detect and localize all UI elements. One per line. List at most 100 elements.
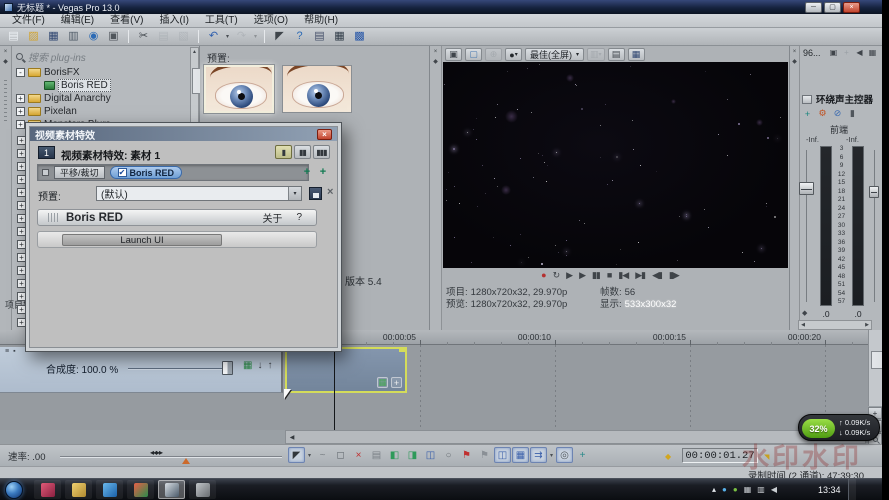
menu-item-选项(O)[interactable]: 选项(O) (246, 14, 296, 27)
show-hidden-icons-icon[interactable]: ▴ (712, 483, 716, 497)
marker-red-button[interactable]: ⚑ (458, 447, 475, 463)
downmix-icon[interactable]: ◀ (854, 47, 865, 58)
external-monitor-icon[interactable]: ▢ (465, 48, 482, 61)
save-preset-icon[interactable] (309, 187, 322, 200)
stop-button[interactable]: ■ (607, 268, 611, 282)
undo-icon[interactable]: ↶ (204, 29, 223, 44)
fader-mode-icon[interactable]: ▮ (847, 108, 858, 119)
copy-icon[interactable]: ▤ (154, 29, 173, 44)
expand-box-icon[interactable]: + (16, 120, 25, 129)
dock-grip[interactable] (4, 80, 7, 124)
redo-icon[interactable]: ↷ (232, 29, 251, 44)
scroll-left-icon[interactable]: ◀ (286, 434, 298, 441)
start-button[interactable] (5, 481, 23, 499)
record-button[interactable]: ● (541, 268, 545, 282)
undo-dropdown[interactable]: ▾ (224, 33, 231, 40)
tray-network-icon[interactable]: ▦ (744, 483, 752, 497)
save-icon[interactable]: ▦ (44, 29, 63, 44)
pin-icon[interactable]: ◆ (0, 58, 11, 65)
tray-app-green-icon[interactable]: ● (733, 483, 738, 497)
surround-master-row[interactable]: 环绕声主控器 (802, 92, 873, 106)
composite-parent-icon[interactable]: ↑ (267, 360, 272, 371)
fx-layout-2-button[interactable]: ▮▮ (294, 145, 311, 159)
play-button[interactable]: ▶ (579, 268, 585, 282)
plugin-search[interactable]: 搜索 plug-ins (16, 49, 86, 64)
fx-layout-3-button[interactable]: ▮▮▮ (313, 145, 330, 159)
menu-item-工具(T)[interactable]: 工具(T) (197, 14, 246, 27)
taskbar-app-red[interactable] (34, 480, 61, 499)
quantize-toggle-button[interactable]: ▦ (512, 447, 529, 463)
dialog-title-bar[interactable]: 视频素材特效 × (30, 127, 337, 141)
envelope-edit-tool-button[interactable]: ~ (314, 447, 331, 463)
dock-sync-icon[interactable]: ▣ (828, 47, 839, 58)
expand-box-icon[interactable]: + (16, 94, 25, 103)
paste-icon[interactable]: ▧ (174, 29, 193, 44)
add-fx-icon[interactable]: + (301, 166, 313, 178)
render-as-icon[interactable]: ▥ (64, 29, 83, 44)
tree-item-Digital Anarchy[interactable]: +Digital Anarchy (14, 92, 188, 105)
maximize-button[interactable]: ▢ (824, 2, 841, 13)
settings-gear-icon[interactable]: ⚙ (817, 108, 828, 119)
edit-cursor[interactable] (334, 345, 335, 430)
compositing-slider-handle[interactable] (222, 361, 233, 375)
taskbar-app-color[interactable] (127, 480, 154, 499)
close-icon[interactable]: × (790, 49, 799, 55)
redo-dropdown[interactable]: ▾ (252, 33, 259, 40)
preset-dropdown[interactable]: (默认) ▾ (96, 186, 302, 201)
checkbox-checked-icon[interactable]: ✔ (118, 168, 127, 177)
scroll-up-icon[interactable]: ▲ (191, 48, 198, 56)
menu-item-帮助(H)[interactable]: 帮助(H) (296, 14, 346, 27)
pin-icon[interactable]: ◆ (430, 58, 441, 65)
event-fx-icon[interactable]: ▦ (377, 377, 388, 388)
split-button[interactable]: ◫ (422, 447, 439, 463)
copy-snapshot-icon[interactable]: ▤ (608, 48, 625, 61)
go-to-start-button[interactable]: ▮◀ (618, 268, 628, 282)
lock-button[interactable]: ○ (440, 447, 457, 463)
composite-child-icon[interactable]: ↓ (257, 360, 262, 371)
dialog-close-button[interactable]: × (317, 129, 332, 140)
tray-input-icon[interactable]: ◀ (771, 483, 777, 497)
video-media-fx-dialog[interactable]: 视频素材特效 × 1 视频素材特效: 素材 1 ▮ ▮▮ ▮▮▮ 平移/裁切 ✔… (25, 122, 342, 352)
whats-this-help-icon[interactable]: ? (290, 29, 309, 44)
preview-quality-icon[interactable]: ● ▾ (505, 48, 522, 61)
pause-button[interactable]: ▮▮ (592, 268, 600, 282)
pan-crop-chip[interactable]: 平移/裁切 (54, 166, 105, 179)
tree-item-Boris RED[interactable]: Boris RED (14, 79, 188, 92)
normal-edit-tool-dropdown[interactable]: ▾ (306, 452, 313, 459)
open-icon[interactable]: ▨ (24, 29, 43, 44)
mixer-window-icon[interactable]: ▦ (330, 29, 349, 44)
secondary-fader-handle[interactable] (869, 186, 879, 198)
launch-ui-button[interactable]: Launch UI (62, 234, 222, 246)
plugin-dock-strip[interactable]: × ◆ (0, 46, 12, 330)
taskbar-browser[interactable] (96, 480, 123, 499)
boris-red-chip[interactable]: ✔ Boris RED (110, 166, 183, 179)
menu-item-插入(I)[interactable]: 插入(I) (151, 14, 196, 27)
compositing-slider[interactable] (128, 368, 232, 369)
add-bus-icon[interactable]: + (841, 47, 852, 58)
video-display[interactable] (443, 62, 788, 268)
tray-volume-icon[interactable]: ▥ (757, 483, 765, 497)
track-header[interactable]: ≡▪ 合成度: 100.0 % ▦↓↑ (0, 347, 283, 393)
mixer-scrollbar[interactable]: ◀ ▶ (798, 320, 872, 330)
track-mini-icon[interactable]: ≡ (5, 348, 9, 355)
properties-icon[interactable]: ◉ (84, 29, 103, 44)
project-properties-icon[interactable]: ▣ (104, 29, 123, 44)
expand-box-icon[interactable]: - (16, 68, 25, 77)
post-edit-ripple-button[interactable]: ▤ (368, 447, 385, 463)
chevron-down-icon[interactable]: ▾ (288, 187, 301, 200)
trim-end-button[interactable]: ◨ (404, 447, 421, 463)
loop-playback-button[interactable]: ↻ (553, 268, 560, 282)
plugin-manager-icon[interactable]: ▩ (350, 29, 369, 44)
split-screen-dropdown[interactable]: ▾ (599, 51, 602, 58)
event-pan-crop-icon[interactable]: + (391, 377, 402, 388)
window-layout-icon[interactable]: ▤ (310, 29, 329, 44)
auto-ripple-toggle-button[interactable]: ⇉ (530, 447, 547, 463)
save-snapshot-icon[interactable]: ▦ (628, 48, 645, 61)
close-icon[interactable]: × (430, 49, 441, 55)
menu-item-编辑(E)[interactable]: 编辑(E) (53, 14, 102, 27)
cut-icon[interactable]: ✂ (134, 29, 153, 44)
track-mini-icon[interactable]: ▪ (13, 348, 15, 355)
snap-toggle-button[interactable]: ◫ (494, 447, 511, 463)
help-button[interactable]: ? (296, 212, 302, 223)
auto-ripple-toggle-dropdown[interactable]: ▾ (548, 452, 555, 459)
